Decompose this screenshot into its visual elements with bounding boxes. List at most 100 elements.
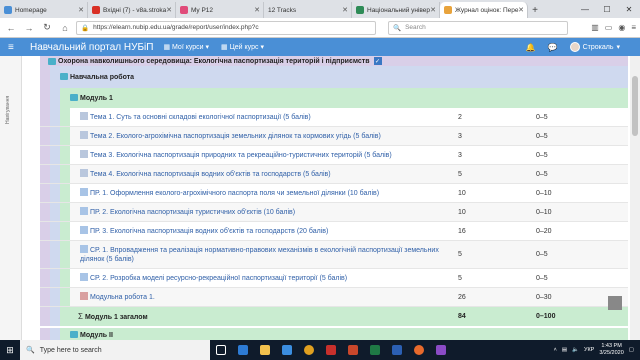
- close-window-icon[interactable]: ✕: [618, 0, 640, 18]
- url-field[interactable]: 🔒 https://elearn.nubip.edu.ua/grade/repor…: [76, 20, 376, 35]
- close-icon[interactable]: ✕: [342, 6, 348, 14]
- tab-homepage[interactable]: Homepage ✕: [0, 2, 88, 18]
- grade-range: 0–5: [536, 251, 548, 258]
- indent: [50, 88, 60, 108]
- grade-weight: 26: [458, 293, 466, 301]
- close-icon[interactable]: ✕: [430, 6, 436, 14]
- maximize-icon[interactable]: ☐: [596, 0, 618, 18]
- excel-icon[interactable]: [364, 340, 386, 360]
- grade-item-row: ПР. 1. Оформлення еколого-агрохімічного …: [40, 184, 628, 203]
- grade-item-link[interactable]: Тема 1. Суть та основні складові екологі…: [80, 112, 440, 122]
- close-icon[interactable]: ✕: [518, 6, 524, 14]
- folder-icon: [48, 57, 56, 65]
- browser-search-input[interactable]: 🔍 Search: [388, 20, 568, 35]
- clock[interactable]: 1:43 PM 3/25/2020: [599, 343, 623, 357]
- search-placeholder: Search: [405, 24, 426, 31]
- message-icon[interactable]: 💬: [548, 43, 558, 52]
- indent: [40, 328, 50, 340]
- site-navbar: ≡ Навчальний портал НУБіП ▦ Мої курси ▾ …: [0, 38, 640, 56]
- tab-mail[interactable]: Вхідні (7) - v8a.stroka ✕: [88, 2, 176, 18]
- grade-range: 0–30: [536, 293, 552, 301]
- my-courses-menu[interactable]: ▦ Мої курси ▾: [163, 43, 209, 51]
- library-icon[interactable]: ▥: [591, 23, 599, 32]
- bell-icon[interactable]: 🔔: [526, 43, 536, 52]
- site-brand[interactable]: Навчальний портал НУБіП: [30, 42, 153, 53]
- grade-item-link[interactable]: СР. 1. Впровадження та реалізація нормат…: [80, 245, 440, 264]
- new-tab-button[interactable]: +: [528, 2, 542, 18]
- grade-item-link[interactable]: ПР. 3. Екологічна паспортизація водних о…: [80, 226, 440, 236]
- assignment-icon: [80, 112, 88, 120]
- acrobat-icon[interactable]: [320, 340, 342, 360]
- close-icon[interactable]: ✕: [254, 6, 260, 14]
- store-icon[interactable]: [276, 340, 298, 360]
- volume-icon[interactable]: 🔈: [572, 347, 579, 353]
- grade-item-name: Тема 3. Екологічна паспортизація природн…: [90, 152, 392, 159]
- network-icon[interactable]: ▤: [562, 347, 567, 353]
- tab-gradebook[interactable]: Журнал оцінок: Пере ✕: [440, 2, 528, 18]
- grade-range: 0–10: [536, 189, 552, 197]
- firefox-icon[interactable]: [408, 340, 430, 360]
- block-drawer[interactable]: Навігування: [0, 56, 22, 340]
- quiz-icon: [80, 292, 88, 300]
- menu-icon[interactable]: ≡: [631, 23, 636, 32]
- minimize-icon[interactable]: —: [574, 0, 596, 18]
- tab-university[interactable]: Національний універ ✕: [352, 2, 440, 18]
- task-view-icon[interactable]: [210, 340, 232, 360]
- chevron-up-icon[interactable]: ˄: [554, 347, 557, 353]
- windows-taskbar: ⊞ 🔍 Type here to search ˄ ▤ 🔈 УКР 1:43 PM…: [0, 340, 640, 360]
- page-scrollbar[interactable]: [630, 56, 640, 340]
- back-to-top-button[interactable]: [608, 296, 622, 310]
- grade-item-name: СР. 2. Розробка моделі ресурсно-рекреаці…: [90, 275, 348, 282]
- scrollbar-thumb[interactable]: [632, 76, 638, 136]
- sigma-icon: Σ: [78, 312, 83, 321]
- powerpoint-icon[interactable]: [342, 340, 364, 360]
- forward-icon[interactable]: →: [22, 21, 36, 35]
- category-title: Навчальна робота: [70, 74, 135, 81]
- chrome-icon[interactable]: [298, 340, 320, 360]
- module-row: Модуль 1: [40, 88, 628, 108]
- profile-icon[interactable]: ◉: [618, 23, 625, 32]
- avatar: [569, 42, 580, 52]
- language-indicator[interactable]: УКР: [584, 347, 594, 353]
- tab-label: My P12: [191, 6, 214, 14]
- grade-item-row: Тема 2. Еколого-агрохімічна паспортизаці…: [40, 127, 628, 146]
- grade-item-link[interactable]: Модульна робота 1.: [80, 292, 440, 302]
- grade-item-row: Тема 3. Екологічна паспортизація природн…: [40, 146, 628, 165]
- close-icon[interactable]: ✕: [78, 6, 84, 14]
- grade-item-name: Тема 2. Еколого-агрохімічна паспортизаці…: [90, 133, 381, 140]
- reload-icon[interactable]: ↻: [40, 21, 54, 35]
- grade-weight: 10: [458, 189, 466, 197]
- notification-icon[interactable]: ▢: [629, 347, 634, 353]
- grade-item-link[interactable]: СР. 2. Розробка моделі ресурсно-рекреаці…: [80, 273, 440, 283]
- grade-weight: 16: [458, 227, 466, 235]
- back-icon[interactable]: ←: [4, 21, 18, 35]
- address-toolbar: ← → ↻ ⌂ 🔒 https://elearn.nubip.edu.ua/gra…: [0, 18, 640, 38]
- edge-icon[interactable]: [232, 340, 254, 360]
- close-icon[interactable]: ✕: [166, 6, 172, 14]
- grade-item-link[interactable]: Тема 2. Еколого-агрохімічна паспортизаці…: [80, 131, 440, 141]
- home-icon[interactable]: ⌂: [58, 21, 72, 35]
- grade-item-link[interactable]: Тема 3. Екологічна паспортизація природн…: [80, 150, 440, 160]
- tab-my-p12[interactable]: My P12 ✕: [176, 2, 264, 18]
- grade-item-row: СР. 2. Розробка моделі ресурсно-рекреаці…: [40, 269, 628, 288]
- grade-item-link[interactable]: Тема 4. Екологічна паспортизація водних …: [80, 169, 440, 179]
- user-menu[interactable]: Строкаль ▾: [569, 42, 620, 52]
- tab-label: Вхідні (7) - v8a.stroka: [103, 6, 167, 14]
- hamburger-icon[interactable]: ≡: [8, 42, 14, 53]
- grade-item-link[interactable]: ПР. 2. Екологічна паспортизація туристич…: [80, 207, 440, 217]
- assignment-icon: [80, 131, 88, 139]
- explorer-icon[interactable]: [254, 340, 276, 360]
- reader-icon[interactable]: ▭: [605, 23, 613, 32]
- windows-start-icon[interactable]: ⊞: [0, 340, 20, 360]
- taskbar-search-input[interactable]: 🔍 Type here to search: [20, 340, 210, 360]
- app-icon[interactable]: [430, 340, 452, 360]
- sidebar-label: Навігування: [5, 95, 11, 124]
- grade-item-row: Модульна робота 1. 26 0–30: [40, 288, 628, 307]
- word-icon[interactable]: [386, 340, 408, 360]
- module-label-wrap: Модуль II: [70, 331, 113, 339]
- grade-item-link[interactable]: ПР. 1. Оформлення еколого-агрохімічного …: [80, 188, 440, 198]
- this-course-menu[interactable]: ▦ Цей курс ▾: [221, 43, 264, 51]
- tab-12-tracks[interactable]: 12 Tracks ✕: [264, 2, 352, 18]
- grade-item-row: Тема 4. Екологічна паспортизація водних …: [40, 165, 628, 184]
- course-icon: ▦: [163, 44, 173, 51]
